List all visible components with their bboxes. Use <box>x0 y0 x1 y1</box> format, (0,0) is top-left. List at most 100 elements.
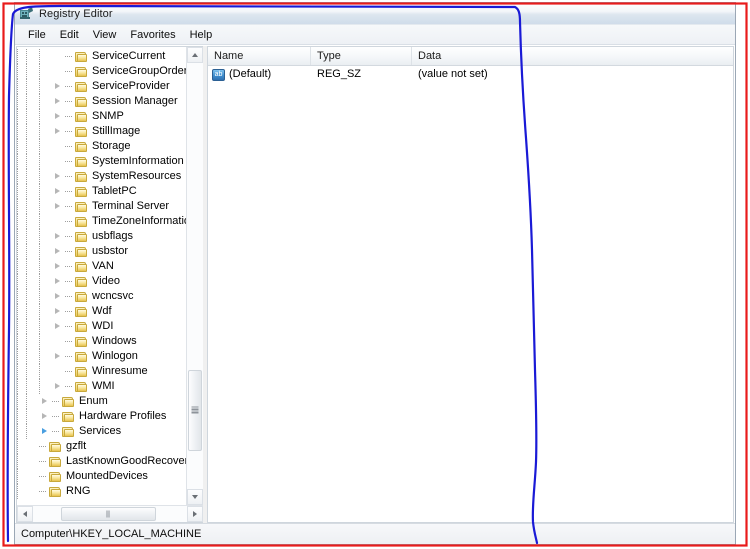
folder-icon <box>74 246 88 258</box>
column-header-name[interactable]: Name <box>208 47 311 65</box>
values-column-header: Name Type Data <box>208 47 733 66</box>
chevron-right-icon[interactable] <box>52 289 65 304</box>
chevron-right-icon[interactable] <box>52 94 65 109</box>
chevron-right-icon[interactable] <box>52 169 65 184</box>
tree-item[interactable]: SystemResources <box>17 169 186 184</box>
registry-tree[interactable]: ServiceCurrent ServiceGroupOrder ServicePr… <box>17 47 186 505</box>
tree-item[interactable]: VAN <box>17 259 186 274</box>
horizontal-scroll-thumb[interactable] <box>60 507 157 521</box>
column-header-data[interactable]: Data <box>412 47 733 65</box>
vertical-scroll-thumb[interactable] <box>188 369 202 451</box>
tree-item[interactable]: usbstor <box>17 244 186 259</box>
tree-item[interactable]: wcncsvc <box>17 289 186 304</box>
tree-item[interactable]: WMI <box>17 379 186 394</box>
string-value-icon: ab <box>212 68 225 81</box>
chevron-right-icon[interactable] <box>52 259 65 274</box>
tree-item[interactable]: Services <box>17 424 186 439</box>
chevron-right-icon[interactable] <box>52 244 65 259</box>
tree-guide-line <box>26 274 27 289</box>
chevron-right-icon[interactable] <box>39 394 52 409</box>
tree-guide-line <box>17 364 18 379</box>
scroll-down-button[interactable] <box>187 489 203 505</box>
vertical-scroll-track[interactable] <box>187 63 203 489</box>
folder-icon <box>74 351 88 363</box>
chevron-right-icon[interactable] <box>52 379 65 394</box>
tree-guide-line <box>17 124 18 139</box>
chevron-right-icon[interactable] <box>52 124 65 139</box>
tree-item-label: wcncsvc <box>92 290 134 302</box>
menu-item-view[interactable]: View <box>86 28 124 42</box>
tree-item[interactable]: ServiceGroupOrder <box>17 64 186 79</box>
menu-item-file[interactable]: File <box>21 28 53 42</box>
tree-item[interactable]: Session Manager <box>17 94 186 109</box>
tree-item-label: SystemResources <box>92 170 182 182</box>
tree-item[interactable]: LastKnownGoodRecovery <box>17 454 186 469</box>
tree-expander-none <box>52 214 65 229</box>
chevron-right-icon[interactable] <box>52 79 65 94</box>
tree-item[interactable]: Winresume <box>17 364 186 379</box>
tree-item[interactable]: SystemInformation <box>17 154 186 169</box>
chevron-right-icon[interactable] <box>52 274 65 289</box>
tree-item[interactable]: Enum <box>17 394 186 409</box>
tree-guide-line <box>39 379 40 394</box>
menu-item-edit[interactable]: Edit <box>53 28 86 42</box>
tree-connector <box>65 274 74 289</box>
scroll-up-button[interactable] <box>187 47 203 63</box>
tree-connector <box>65 139 74 154</box>
chevron-right-icon[interactable] <box>52 229 65 244</box>
chevron-right-icon[interactable] <box>39 409 52 424</box>
tree-guide-line <box>17 304 18 319</box>
chevron-right-icon[interactable] <box>52 109 65 124</box>
chevron-right-icon[interactable] <box>52 319 65 334</box>
tree-item[interactable]: Terminal Server <box>17 199 186 214</box>
tree-item[interactable]: Video <box>17 274 186 289</box>
scroll-left-button[interactable] <box>17 506 33 522</box>
chevron-right-icon[interactable] <box>52 349 65 364</box>
tree-item[interactable]: Winlogon <box>17 349 186 364</box>
tree-item[interactable]: usbflags <box>17 229 186 244</box>
chevron-right-icon[interactable] <box>52 199 65 214</box>
tree-guide-line <box>17 139 18 154</box>
column-header-type[interactable]: Type <box>311 47 412 65</box>
chevron-right-icon[interactable] <box>39 424 52 439</box>
tree-guide-line <box>17 64 18 79</box>
tree-item-label: Storage <box>92 140 131 152</box>
grip-icon <box>191 406 199 414</box>
tree-guide-line <box>26 169 27 184</box>
tree-item[interactable]: ServiceCurrent <box>17 49 186 64</box>
tree-guide-line <box>39 319 40 334</box>
tree-item[interactable]: Wdf <box>17 304 186 319</box>
tree-connector <box>65 364 74 379</box>
chevron-right-icon[interactable] <box>52 184 65 199</box>
tree-horizontal-scrollbar[interactable] <box>17 505 203 522</box>
tree-scroll-area: ServiceCurrent ServiceGroupOrder ServicePr… <box>17 47 203 505</box>
tree-item[interactable]: MountedDevices <box>17 469 186 484</box>
menu-bar: File Edit View Favorites Help <box>15 25 735 45</box>
tree-item[interactable]: gzflt <box>17 439 186 454</box>
tree-item[interactable]: TimeZoneInformation <box>17 214 186 229</box>
scroll-right-button[interactable] <box>187 506 203 522</box>
horizontal-scroll-track[interactable] <box>33 506 187 522</box>
tree-item[interactable]: Storage <box>17 139 186 154</box>
tree-item[interactable]: Hardware Profiles <box>17 409 186 424</box>
tree-item[interactable]: SNMP <box>17 109 186 124</box>
table-row[interactable]: ab (Default) REG_SZ (value not set) <box>208 66 733 83</box>
tree-connector <box>65 124 74 139</box>
tree-item[interactable]: WDI <box>17 319 186 334</box>
tree-item[interactable]: RNG <box>17 484 186 499</box>
window-title: Registry Editor <box>39 7 113 20</box>
menu-item-favorites[interactable]: Favorites <box>123 28 182 42</box>
chevron-right-icon[interactable] <box>52 304 65 319</box>
tree-item[interactable]: TabletPC <box>17 184 186 199</box>
tree-item[interactable]: Windows <box>17 334 186 349</box>
tree-expander-none <box>52 64 65 79</box>
menu-item-help[interactable]: Help <box>183 28 220 42</box>
folder-icon <box>74 171 88 183</box>
tree-vertical-scrollbar[interactable] <box>186 47 203 505</box>
folder-icon <box>74 366 88 378</box>
values-list[interactable]: ab (Default) REG_SZ (value not set) <box>208 66 733 522</box>
tree-item[interactable]: StillImage <box>17 124 186 139</box>
tree-guide-line <box>26 79 27 94</box>
tree-item[interactable]: ServiceProvider <box>17 79 186 94</box>
value-name-cell: ab (Default) <box>208 66 311 83</box>
